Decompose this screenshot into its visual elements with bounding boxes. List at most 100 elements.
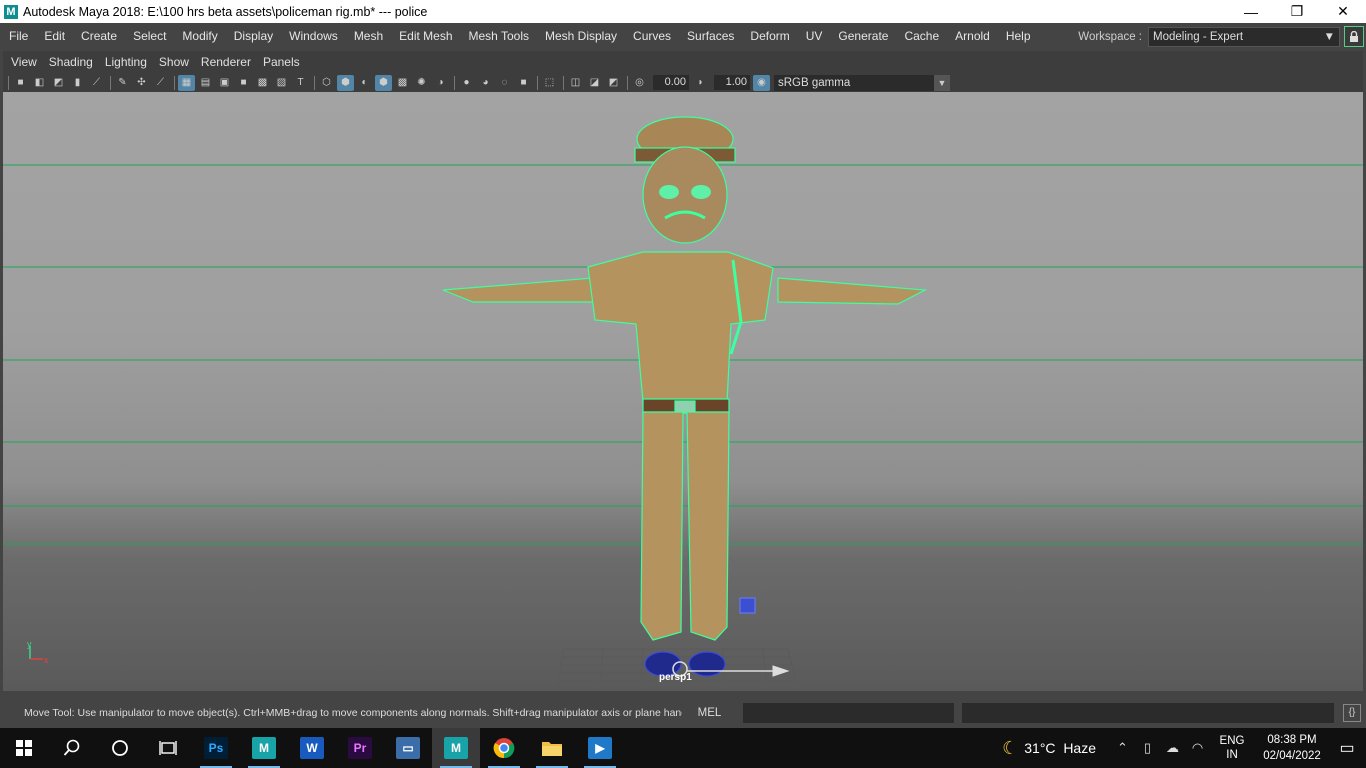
chevron-up-icon[interactable]: ⌃ <box>1110 740 1135 756</box>
menu-file[interactable]: File <box>0 23 35 50</box>
menu-modify[interactable]: Modify <box>173 23 224 50</box>
gamma-field[interactable]: 1.00 <box>714 75 750 90</box>
search-icon[interactable] <box>48 728 96 768</box>
panel-menu-show[interactable]: Show <box>153 55 195 69</box>
safe-title-icon[interactable]: T <box>292 75 309 91</box>
field-chart-icon[interactable]: ▩ <box>254 75 271 91</box>
color-management-icon[interactable]: ◉ <box>753 74 770 91</box>
menu-surfaces[interactable]: Surfaces <box>678 23 741 50</box>
menu-create[interactable]: Create <box>72 23 124 50</box>
camera-attributes-icon[interactable]: ◧ <box>31 75 48 91</box>
panel-menu-renderer[interactable]: Renderer <box>195 55 257 69</box>
xray-joints-icon[interactable]: ◪ <box>586 75 603 91</box>
wireframe-icon[interactable]: ⬡ <box>318 75 335 91</box>
media-player-icon: ▶ <box>588 737 612 759</box>
default-material-icon[interactable]: ◐ <box>356 75 373 91</box>
resolution-gate-icon[interactable]: ▣ <box>216 75 233 91</box>
menu-edit-mesh[interactable]: Edit Mesh <box>390 23 459 50</box>
select-camera-icon[interactable]: ■ <box>12 75 29 91</box>
task-view-icon[interactable] <box>144 728 192 768</box>
battery-icon[interactable]: ▯ <box>1135 740 1160 756</box>
film-gate-icon[interactable]: ▤ <box>197 75 214 91</box>
weather-widget[interactable]: ☾ 31°C Haze <box>1002 738 1096 759</box>
panel-menu-lighting[interactable]: Lighting <box>99 55 153 69</box>
notification-icon[interactable]: ▭ <box>1328 738 1366 758</box>
menu-curves[interactable]: Curves <box>624 23 678 50</box>
taskbar-app-premiere[interactable]: Pr <box>336 728 384 768</box>
start-button[interactable] <box>0 728 48 768</box>
command-line-input[interactable] <box>743 702 954 723</box>
taskbar-app-maya[interactable]: M <box>432 728 480 768</box>
textured-icon[interactable]: ▩ <box>394 75 411 91</box>
lang-bottom: IN <box>1226 749 1238 761</box>
taskbar-app-chrome[interactable] <box>480 728 528 768</box>
menu-arnold[interactable]: Arnold <box>946 23 997 50</box>
taskbar-app-photoshop[interactable]: Ps <box>192 728 240 768</box>
menu-windows[interactable]: Windows <box>280 23 345 50</box>
taskbar-app-monitor[interactable]: ▭ <box>384 728 432 768</box>
panel-menu-view[interactable]: View <box>5 55 43 69</box>
taskbar-app-maya-2018[interactable]: M <box>240 728 288 768</box>
panel-menu-panels[interactable]: Panels <box>257 55 306 69</box>
menu-deform[interactable]: Deform <box>741 23 796 50</box>
smooth-shade-icon[interactable]: ⬢ <box>337 74 354 91</box>
minimize-button[interactable]: — <box>1228 0 1274 23</box>
grease-pencil-icon[interactable]: ✎ <box>114 75 131 91</box>
menu-edit[interactable]: Edit <box>35 23 72 50</box>
shadows-icon[interactable]: ◑ <box>432 75 449 91</box>
panel-menu-shading[interactable]: Shading <box>43 55 99 69</box>
close-button[interactable]: ✕ <box>1320 0 1366 23</box>
xray-components-icon[interactable]: ◩ <box>605 75 622 91</box>
isolate-select-icon[interactable]: ⬚ <box>541 75 558 91</box>
menu-select[interactable]: Select <box>124 23 173 50</box>
brush-icon[interactable]: ⟋ <box>152 75 169 91</box>
windows-taskbar: Ps M W Pr ▭ M ▶ ☾ 31°C Haze ⌃ ▯ ☁ ◠ ENG … <box>0 728 1366 768</box>
grid-icon[interactable]: ▦ <box>178 74 195 91</box>
menu-mesh[interactable]: Mesh <box>345 23 390 50</box>
script-editor-button[interactable]: {} <box>1343 703 1361 722</box>
exposure-icon[interactable]: ◎ <box>631 75 648 91</box>
pivot-icon[interactable]: ✣ <box>133 75 150 91</box>
cortana-icon[interactable] <box>96 728 144 768</box>
taskbar-app-word[interactable]: W <box>288 728 336 768</box>
screen-space-ao-icon[interactable]: ● <box>458 75 475 91</box>
menu-generate[interactable]: Generate <box>829 23 895 50</box>
menu-mesh-tools[interactable]: Mesh Tools <box>460 23 536 50</box>
use-all-lights-icon[interactable]: ✺ <box>413 75 430 91</box>
exposure-field[interactable]: 0.00 <box>653 75 689 90</box>
axis-x-label: x <box>44 655 49 665</box>
workspace-dropdown[interactable]: Modeling - Expert ▼ <box>1148 26 1340 47</box>
motion-blur-icon[interactable]: ◕ <box>477 75 494 91</box>
menu-display[interactable]: Display <box>225 23 280 50</box>
clock[interactable]: 08:38 PM 02/04/2022 <box>1256 732 1328 764</box>
language-indicator[interactable]: ENG IN <box>1214 734 1250 762</box>
command-result-field <box>962 702 1334 723</box>
taskbar-app-file-explorer[interactable] <box>528 728 576 768</box>
taskbar-app-media-player[interactable]: ▶ <box>576 728 624 768</box>
gamma-icon[interactable]: ◗ <box>692 75 709 91</box>
depth-of-field-icon[interactable]: ■ <box>515 75 532 91</box>
weather-desc: Haze <box>1063 740 1096 756</box>
color-space-dropdown[interactable]: sRGB gamma ▼ <box>774 74 950 91</box>
mel-label[interactable]: MEL <box>682 707 737 719</box>
xray-icon[interactable]: ◫ <box>567 75 584 91</box>
anti-aliasing-icon[interactable]: ◌ <box>496 75 513 91</box>
3d-viewport[interactable]: y x persp1 <box>3 92 1363 691</box>
gate-mask-icon[interactable]: ■ <box>235 75 252 91</box>
wireframe-on-shaded-icon[interactable]: ⬢ <box>375 74 392 91</box>
clock-date: 02/04/2022 <box>1263 750 1321 762</box>
onedrive-icon[interactable]: ☁ <box>1160 740 1185 756</box>
safe-action-icon[interactable]: ▧ <box>273 75 290 91</box>
image-plane-icon[interactable]: ▮ <box>69 75 86 91</box>
menu-uv[interactable]: UV <box>797 23 830 50</box>
wifi-icon[interactable]: ◠ <box>1185 740 1210 756</box>
menu-help[interactable]: Help <box>997 23 1038 50</box>
maximize-button[interactable]: ❐ <box>1274 0 1320 23</box>
lock-icon[interactable] <box>1344 26 1364 47</box>
menu-cache[interactable]: Cache <box>895 23 946 50</box>
bookmark-icon[interactable]: ◩ <box>50 75 67 91</box>
locator-box <box>739 597 756 614</box>
2d-pan-zoom-icon[interactable]: ⟋ <box>88 75 105 91</box>
word-icon: W <box>300 737 324 759</box>
menu-mesh-display[interactable]: Mesh Display <box>536 23 624 50</box>
